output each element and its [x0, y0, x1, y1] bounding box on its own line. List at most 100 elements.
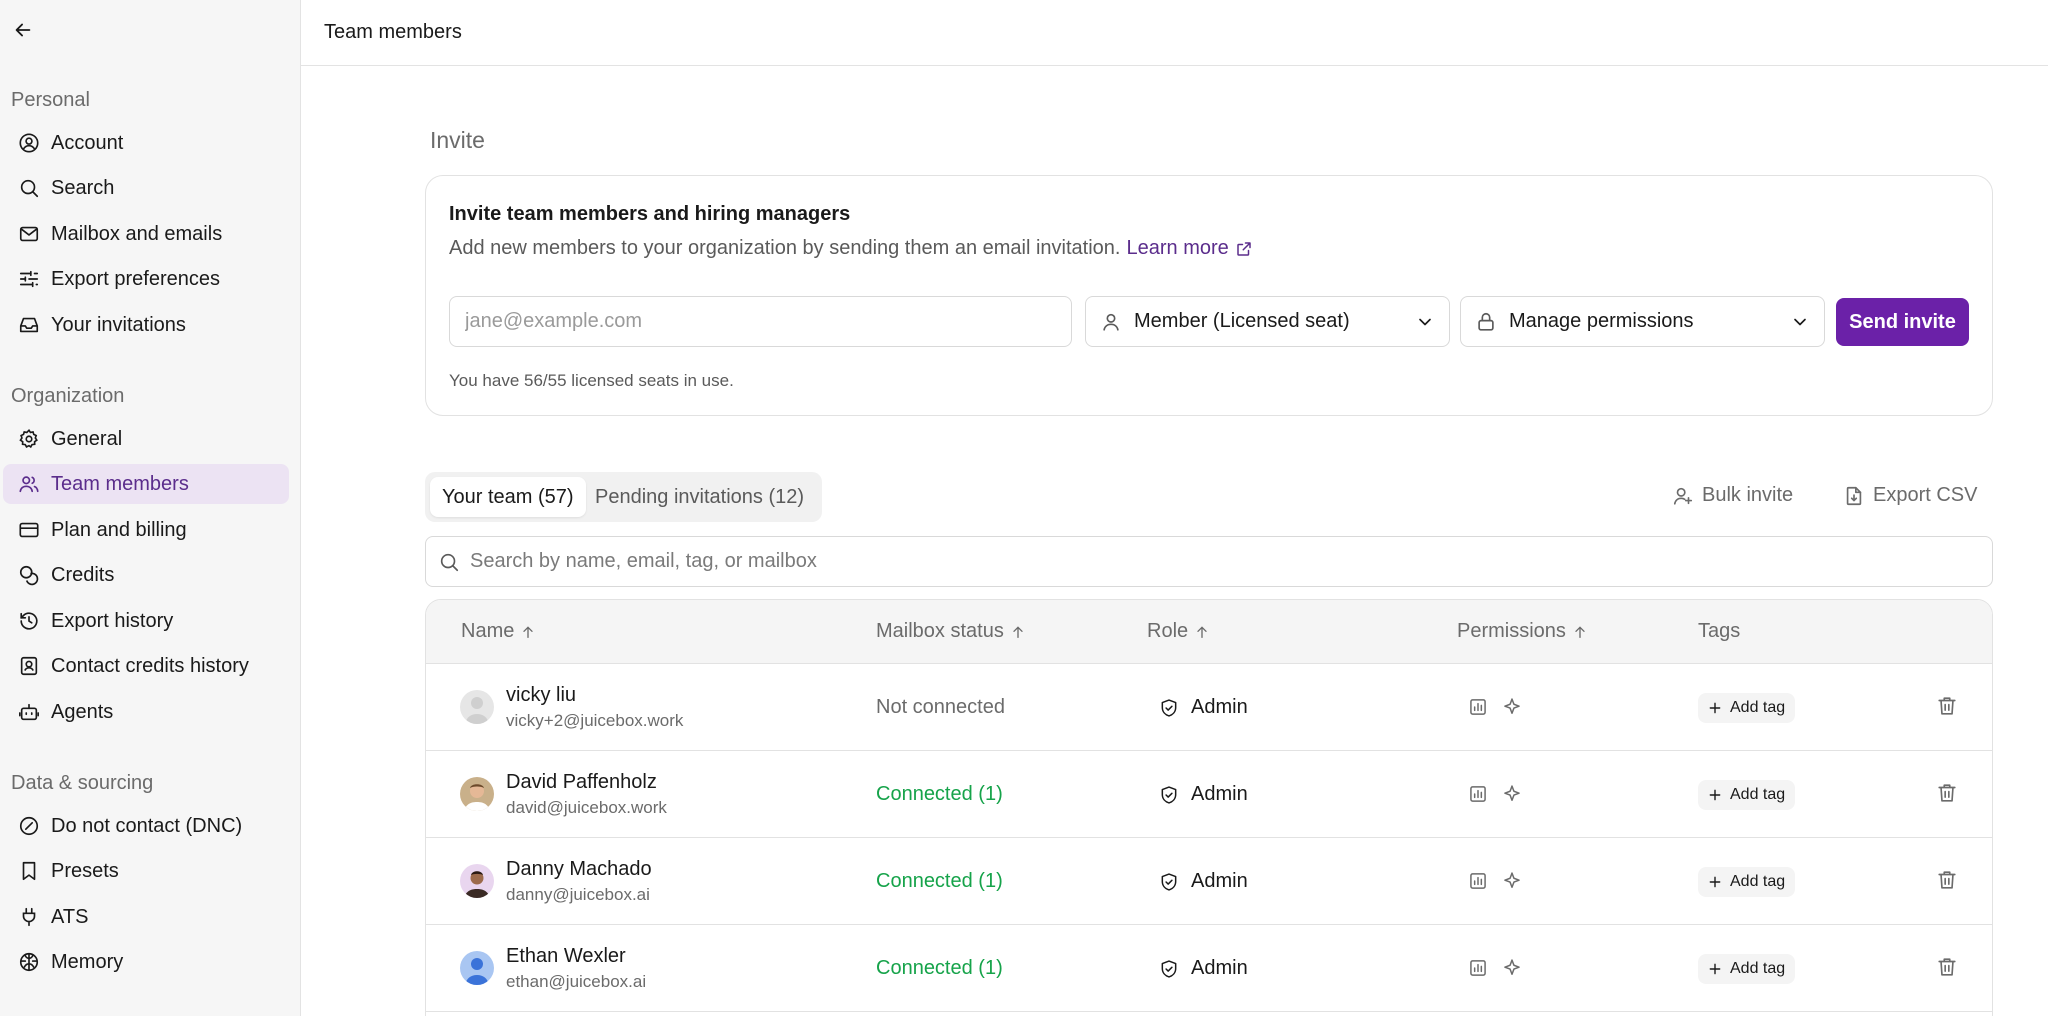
lock-icon [1478, 312, 1494, 331]
user-icon [1103, 313, 1119, 331]
add-tag-label: Add tag [1730, 960, 1786, 977]
learn-more-label: Learn more [1126, 237, 1229, 259]
sparkle-permission-icon[interactable] [1502, 697, 1522, 717]
avatar [460, 777, 494, 811]
analytics-permission-icon[interactable] [1468, 697, 1488, 717]
trash-icon[interactable] [1936, 782, 1958, 804]
sidebar-item-label: Export preferences [51, 267, 220, 290]
member-email: danny@juicebox.ai [506, 885, 650, 904]
column-header-role[interactable]: Role [1147, 620, 1210, 643]
role-cell[interactable]: Admin [1159, 696, 1248, 719]
analytics-permission-icon[interactable] [1468, 958, 1488, 978]
team-search-input[interactable] [470, 550, 1870, 573]
contact-book-icon [17, 654, 41, 678]
sidebar-item-general[interactable]: General [3, 419, 289, 459]
column-header-permissions[interactable]: Permissions [1457, 620, 1588, 643]
file-download-icon [1846, 486, 1862, 505]
back-button[interactable] [10, 17, 36, 43]
avatar [460, 951, 494, 985]
sparkle-permission-icon[interactable] [1502, 871, 1522, 891]
sidebar-item-do-not-contact[interactable]: Do not contact (DNC) [3, 806, 289, 846]
shield-check-icon [1161, 959, 1177, 978]
column-header-label: Role [1147, 620, 1189, 642]
shield-check-icon [1161, 785, 1177, 804]
sidebar-item-account[interactable]: Account [3, 123, 289, 163]
robot-icon [17, 700, 41, 724]
member-email: ethan@juicebox.ai [506, 972, 647, 991]
sidebar-item-mailbox[interactable]: Mailbox and emails [3, 214, 289, 254]
search-icon [440, 553, 459, 571]
add-tag-button[interactable]: Add tag [1698, 867, 1796, 897]
role-cell[interactable]: Admin [1159, 870, 1248, 893]
add-tag-label: Add tag [1730, 786, 1786, 803]
mailbox-status: Connected (1) [876, 957, 1003, 979]
invite-card: Invite team members and hiring managers … [425, 175, 1993, 416]
member-name: David Paffenholz [506, 771, 657, 793]
table-row: vicky liu vicky+2@juicebox.work Not conn… [426, 664, 1992, 751]
role-cell[interactable]: Admin [1159, 783, 1248, 806]
add-tag-label: Add tag [1730, 873, 1786, 890]
role-select-value: Member (Licensed seat) [1134, 310, 1350, 332]
add-tag-button[interactable]: Add tag [1698, 693, 1796, 723]
sidebar-item-agents[interactable]: Agents [3, 692, 289, 732]
sidebar-item-plan-billing[interactable]: Plan and billing [3, 510, 289, 550]
role-select[interactable]: Member (Licensed seat) [1085, 296, 1450, 347]
invite-description-text: Add new members to your organization by … [449, 237, 1121, 259]
sidebar-item-ats[interactable]: ATS [3, 897, 289, 937]
tab-pending-invitations[interactable]: Pending invitations (12) [583, 477, 816, 517]
tab-your-team[interactable]: Your team (57) [430, 477, 586, 517]
table-row: Ethan Wexler ethan@juicebox.ai Connected… [426, 925, 1992, 1012]
arrow-up-icon [1013, 625, 1023, 638]
sidebar-item-memory[interactable]: Memory [3, 942, 289, 982]
avatar [460, 864, 494, 898]
sidebar-item-label: Contact credits history [51, 654, 249, 677]
role-cell[interactable]: Admin [1159, 957, 1248, 980]
mailbox-status: Connected (1) [876, 870, 1003, 892]
sidebar: Personal Account Search Mailbox and emai… [0, 0, 301, 1016]
sidebar-item-label: Do not contact (DNC) [51, 814, 243, 837]
sidebar-item-export-history[interactable]: Export history [3, 601, 289, 641]
sidebar-item-team-members[interactable]: Team members [3, 464, 289, 504]
column-header-name[interactable]: Name [461, 620, 536, 643]
sidebar-item-label: Team members [51, 472, 189, 495]
column-header-label: Tags [1698, 620, 1741, 642]
sidebar-item-label: ATS [51, 905, 89, 928]
user-plus-icon [1673, 487, 1693, 505]
member-email: vicky+2@juicebox.work [506, 711, 684, 730]
permissions-select[interactable]: Manage permissions [1460, 296, 1825, 347]
member-name: Danny Machado [506, 858, 652, 880]
add-tag-button[interactable]: Add tag [1698, 954, 1796, 984]
avatar [460, 690, 494, 724]
mailbox-status: Connected (1) [876, 783, 1003, 805]
export-csv-button[interactable]: Export CSV [1843, 484, 1977, 507]
bulk-invite-button[interactable]: Bulk invite [1672, 484, 1793, 507]
shield-check-icon [1161, 872, 1177, 891]
column-header-tags: Tags [1698, 620, 1740, 643]
sidebar-item-credits[interactable]: Credits [3, 555, 289, 595]
trash-icon[interactable] [1936, 956, 1958, 978]
column-header-mailbox-status[interactable]: Mailbox status [876, 620, 1026, 643]
sidebar-item-export-preferences[interactable]: Export preferences [3, 259, 289, 299]
user-circle-icon [17, 131, 41, 155]
sidebar-item-presets[interactable]: Presets [3, 851, 289, 891]
team-search [425, 536, 1993, 587]
export-csv-label: Export CSV [1873, 484, 1978, 506]
analytics-permission-icon[interactable] [1468, 871, 1488, 891]
sidebar-item-your-invitations[interactable]: Your invitations [3, 305, 289, 345]
sparkle-permission-icon[interactable] [1502, 958, 1522, 978]
invite-email-input[interactable] [449, 296, 1072, 347]
licensed-seats-text: You have 56/55 licensed seats in use. [449, 371, 734, 390]
sidebar-item-search[interactable]: Search [3, 168, 289, 208]
trash-icon[interactable] [1936, 869, 1958, 891]
top-bar: Team members [301, 0, 2048, 66]
add-tag-button[interactable]: Add tag [1698, 780, 1796, 810]
plus-icon [1709, 702, 1721, 714]
block-icon [17, 814, 41, 838]
send-invite-button[interactable]: Send invite [1836, 298, 1969, 346]
sparkle-permission-icon[interactable] [1502, 784, 1522, 804]
analytics-permission-icon[interactable] [1468, 784, 1488, 804]
sidebar-item-contact-credits-history[interactable]: Contact credits history [3, 646, 289, 686]
learn-more-link[interactable]: Learn more [1126, 237, 1252, 260]
trash-icon[interactable] [1936, 695, 1958, 717]
bookmark-icon [17, 859, 41, 883]
